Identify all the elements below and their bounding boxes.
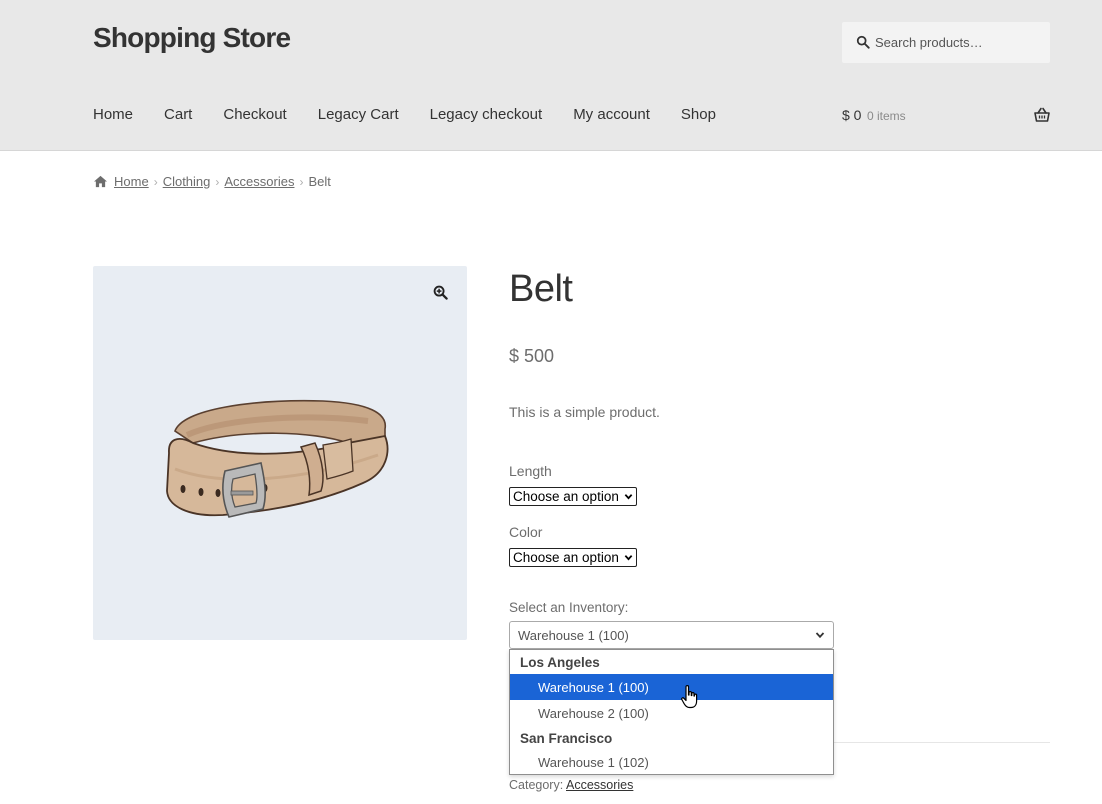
header-cart[interactable]: $ 0 0 items	[842, 107, 1050, 125]
breadcrumb-clothing[interactable]: Clothing	[163, 174, 211, 189]
optgroup-los-angeles: Los Angeles	[520, 654, 600, 670]
option-la-warehouse-1[interactable]: Warehouse 1 (100)	[510, 674, 833, 700]
zoom-icon	[433, 285, 448, 300]
breadcrumb: Home › Clothing › Accessories › Belt	[93, 174, 331, 189]
product-meta-category: Category: Accessories	[509, 778, 633, 792]
breadcrumb-accessories[interactable]: Accessories	[224, 174, 294, 189]
breadcrumb-separator: ›	[153, 174, 158, 189]
primary-navigation: Home Cart Checkout Legacy Cart Legacy ch…	[93, 106, 747, 123]
belt-illustration	[166, 399, 389, 518]
length-label: Length	[509, 463, 552, 479]
site-title[interactable]: Shopping Store	[93, 22, 291, 54]
breadcrumb-home[interactable]: Home	[114, 174, 149, 189]
nav-legacy-checkout[interactable]: Legacy checkout	[430, 106, 543, 123]
basket-icon	[1034, 107, 1050, 122]
chevron-down-icon	[815, 632, 825, 639]
search-input[interactable]	[875, 32, 1043, 53]
breadcrumb-current: Belt	[308, 174, 331, 189]
product-description: This is a simple product.	[509, 404, 660, 420]
length-select-value: Choose an option	[513, 489, 619, 504]
cart-amount: $ 0	[842, 107, 862, 123]
breadcrumb-separator: ›	[299, 174, 304, 189]
nav-shop[interactable]: Shop	[681, 106, 716, 123]
chevron-down-icon	[624, 494, 633, 500]
optgroup-san-francisco: San Francisco	[520, 730, 613, 746]
inventory-dropdown-list: Los Angeles Warehouse 1 (100) Warehouse …	[509, 649, 834, 775]
category-link[interactable]: Accessories	[566, 778, 633, 792]
home-icon	[94, 175, 107, 188]
breadcrumb-separator: ›	[215, 174, 220, 189]
product-image[interactable]	[93, 266, 467, 640]
hand-cursor-icon	[681, 685, 698, 709]
nav-my-account[interactable]: My account	[573, 106, 650, 123]
search-box[interactable]	[842, 22, 1050, 63]
product-title: Belt	[509, 268, 573, 310]
nav-legacy-cart[interactable]: Legacy Cart	[318, 106, 399, 123]
inventory-select-value: Warehouse 1 (100)	[518, 627, 629, 643]
length-select[interactable]: Choose an option	[509, 487, 637, 506]
option-sf-warehouse-1[interactable]: Warehouse 1 (102)	[510, 750, 833, 774]
color-label: Color	[509, 524, 543, 540]
category-prefix: Category:	[509, 778, 564, 792]
product-price: $ 500	[509, 346, 555, 366]
nav-home[interactable]: Home	[93, 106, 133, 123]
cart-count: 0 items	[867, 109, 906, 123]
inventory-select[interactable]: Warehouse 1 (100)	[509, 621, 834, 649]
nav-checkout[interactable]: Checkout	[223, 106, 286, 123]
search-icon	[856, 35, 870, 49]
color-select-value: Choose an option	[513, 550, 619, 565]
chevron-down-icon	[624, 555, 633, 561]
zoom-button[interactable]	[429, 281, 451, 303]
inventory-label: Select an Inventory:	[509, 600, 629, 615]
nav-cart[interactable]: Cart	[164, 106, 192, 123]
color-select[interactable]: Choose an option	[509, 548, 637, 567]
site-header: Shopping Store Home Cart Checkout Legacy…	[0, 0, 1102, 151]
option-la-warehouse-2[interactable]: Warehouse 2 (100)	[510, 700, 833, 726]
